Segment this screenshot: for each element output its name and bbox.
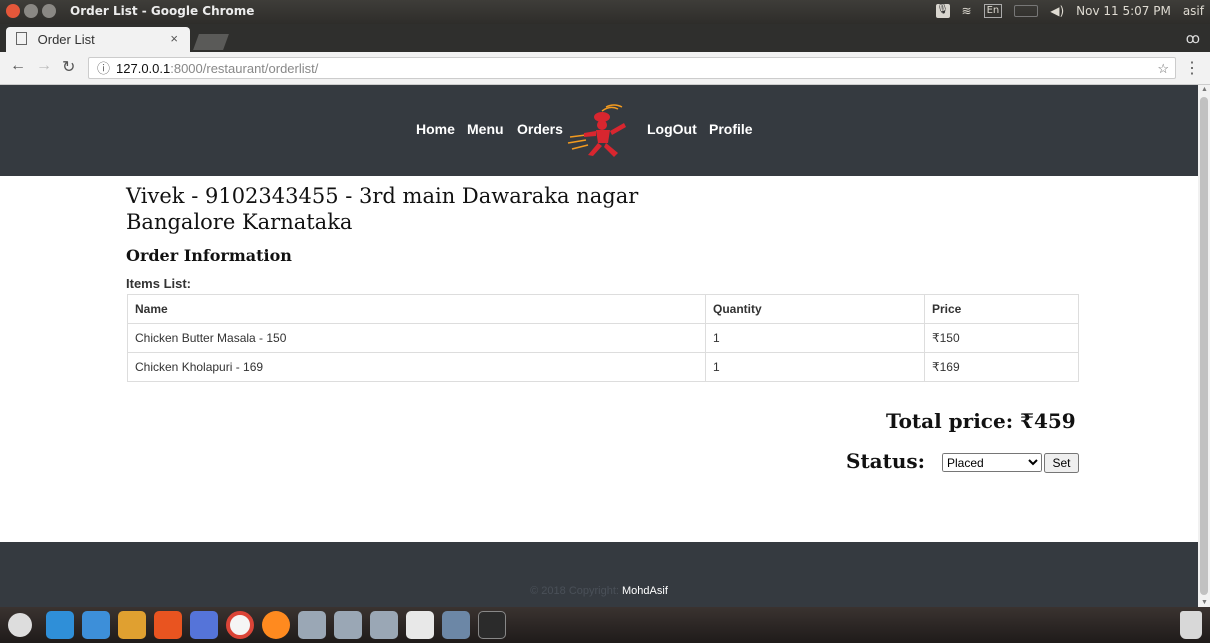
page-scrollbar[interactable]: ▲ ▼	[1198, 85, 1210, 607]
scroll-up-icon[interactable]: ▲	[1201, 86, 1208, 93]
items-table: Name Quantity Price Chicken Butter Masal…	[127, 294, 1079, 382]
site-footer: © 2018 Copyright: MohdAsif	[0, 542, 1198, 607]
new-tab-button[interactable]	[193, 34, 229, 50]
firefox-icon[interactable]	[262, 611, 290, 639]
maximize-window-button[interactable]	[42, 4, 56, 18]
launcher-dock	[0, 607, 1210, 643]
nav-orders-link[interactable]: Orders	[517, 121, 563, 137]
software-center-icon[interactable]	[154, 611, 182, 639]
copyright-label: © 2018 Copyright:	[530, 585, 619, 597]
drive-icon[interactable]	[334, 611, 362, 639]
dash-icon[interactable]	[8, 613, 32, 637]
column-header-quantity: Quantity	[705, 294, 925, 324]
os-top-bar: Order List - Google Chrome 🎙 ≋ En ◀) Nov…	[0, 0, 1210, 24]
nav-menu-link[interactable]: Menu	[467, 121, 504, 137]
total-price: Total price: ₹459	[886, 409, 1076, 433]
files-icon[interactable]	[190, 611, 218, 639]
item-name: Chicken Kholapuri - 169	[127, 352, 706, 382]
nav-home-link[interactable]: Home	[416, 121, 455, 137]
item-price: ₹169	[924, 352, 1079, 382]
minimize-window-button[interactable]	[24, 4, 38, 18]
back-icon[interactable]: ←	[10, 57, 26, 75]
volume-icon[interactable]: ◀)	[1050, 4, 1064, 18]
system-tray: 🎙 ≋ En ◀) Nov 11 5:07 PM asif	[935, 4, 1204, 18]
copyright-text: © 2018 Copyright: MohdAsif	[0, 585, 1198, 597]
forward-icon[interactable]: →	[36, 57, 52, 75]
tab-strip: Order List × ꝏ	[0, 24, 1210, 52]
user-menu[interactable]: asif	[1183, 4, 1204, 18]
page-viewport: Home Menu Orders LogOut Profile Vivek - …	[0, 85, 1198, 607]
table-row: Chicken Kholapuri - 169 1 ₹169	[127, 352, 1079, 382]
item-price: ₹150	[924, 323, 1079, 353]
customer-details: Vivek - 9102343455 - 3rd main Dawaraka n…	[126, 184, 639, 234]
tab-order-list[interactable]: Order List ×	[6, 27, 190, 52]
copyright-author-link[interactable]: MohdAsif	[622, 585, 668, 597]
terminal-icon[interactable]	[478, 611, 506, 639]
wifi-icon[interactable]: ≋	[962, 4, 972, 18]
url-path: :8000/restaurant/orderlist/	[170, 61, 319, 76]
text-editor-icon[interactable]	[406, 611, 434, 639]
item-name: Chicken Butter Masala - 150	[127, 323, 706, 353]
battery-icon[interactable]	[1014, 5, 1039, 17]
drive-icon[interactable]	[298, 611, 326, 639]
items-list-label: Items List:	[126, 276, 192, 291]
site-navbar: Home Menu Orders LogOut Profile	[0, 85, 1198, 176]
status-label: Status:	[846, 449, 926, 473]
mysql-workbench-icon[interactable]	[82, 611, 110, 639]
info-icon[interactable]: ⓘ	[97, 61, 110, 76]
close-tab-icon[interactable]: ×	[170, 31, 178, 46]
screenshot-icon[interactable]	[442, 611, 470, 639]
chrome-icon[interactable]	[226, 611, 254, 639]
order-information-heading: Order Information	[126, 246, 292, 265]
set-status-button[interactable]: Set	[1044, 453, 1079, 473]
nav-logout-link[interactable]: LogOut	[647, 121, 697, 137]
status-select[interactable]: Placed	[942, 453, 1042, 472]
incognito-profile-icon[interactable]: ꝏ	[1186, 30, 1200, 47]
item-quantity: 1	[705, 352, 925, 382]
browser-menu-icon[interactable]: ⋮	[1184, 58, 1200, 78]
bookmark-star-icon[interactable]: ☆	[1157, 58, 1169, 80]
table-header-row: Name Quantity Price	[127, 294, 1079, 324]
code-editor-icon[interactable]	[118, 611, 146, 639]
column-header-price: Price	[924, 294, 1079, 324]
drive-icon[interactable]	[370, 611, 398, 639]
column-header-name: Name	[127, 294, 706, 324]
close-window-button[interactable]	[6, 4, 20, 18]
finder-icon[interactable]	[46, 611, 74, 639]
reload-icon[interactable]: ↻	[62, 57, 75, 77]
item-quantity: 1	[705, 323, 925, 353]
trash-icon[interactable]	[1180, 611, 1202, 639]
address-bar[interactable]: ⓘ 127.0.0.1:8000/restaurant/orderlist/ ☆	[88, 57, 1176, 79]
window-controls	[6, 4, 56, 18]
nav-profile-link[interactable]: Profile	[709, 121, 753, 137]
tab-title: Order List	[37, 32, 95, 47]
table-row: Chicken Butter Masala - 150 1 ₹150	[127, 323, 1079, 353]
scroll-down-icon[interactable]: ▼	[1201, 599, 1208, 606]
microphone-icon[interactable]: 🎙	[935, 4, 950, 18]
url-host: 127.0.0.1	[116, 61, 171, 76]
window-title: Order List - Google Chrome	[70, 4, 255, 18]
keyboard-language-indicator[interactable]: En	[983, 4, 1003, 18]
clock[interactable]: Nov 11 5:07 PM	[1076, 4, 1171, 18]
scrollbar-thumb[interactable]	[1200, 97, 1208, 595]
page-icon	[16, 32, 27, 45]
chef-logo-icon	[567, 104, 626, 157]
browser-toolbar: ← → ↻ ⓘ 127.0.0.1:8000/restaurant/orderli…	[0, 52, 1210, 85]
